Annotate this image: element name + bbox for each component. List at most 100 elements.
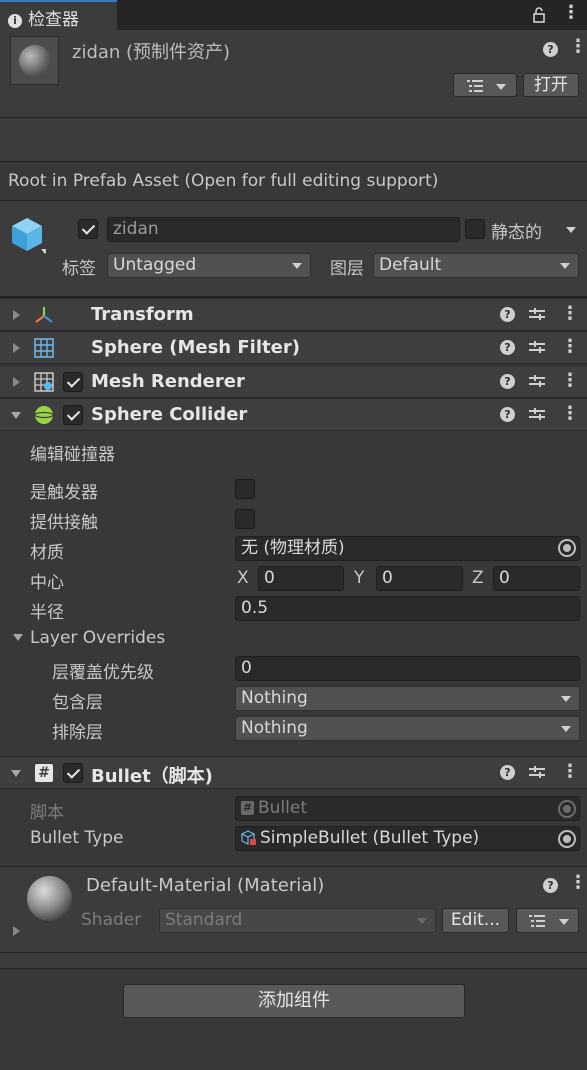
help-icon[interactable]: ? (500, 340, 515, 355)
static-label: 静态的 (491, 223, 542, 243)
tab-inspector[interactable]: i 检查器 (0, 0, 117, 30)
info-icon: i (8, 14, 22, 28)
list-icon (529, 915, 545, 927)
chevron-down-icon (496, 84, 506, 90)
list-icon (467, 80, 483, 92)
help-icon[interactable]: ? (500, 374, 515, 389)
component-menu-icon[interactable]: ⋮ (561, 305, 579, 325)
material-fold-icon[interactable] (13, 926, 20, 936)
radius-field[interactable]: 0.5 (235, 596, 580, 621)
mesh-renderer-enabled-checkbox[interactable] (63, 372, 83, 392)
center-y-label: Y (354, 568, 365, 588)
bullet-title: Bullet（脚本) (91, 766, 213, 787)
object-picker-icon[interactable] (558, 830, 576, 848)
include-layers-label: 包含层 (52, 693, 103, 713)
edit-collider-button[interactable]: 编辑碰撞器 (30, 440, 115, 465)
presets-icon[interactable] (529, 408, 545, 422)
bullet-type-value: SimpleBullet (Bullet Type) (260, 828, 480, 848)
script-value: Bullet (258, 798, 308, 818)
bullet-type-label: Bullet Type (30, 828, 124, 848)
exclude-layers-label: 排除层 (52, 723, 103, 743)
fold-arrow-icon[interactable] (11, 412, 21, 419)
provides-contacts-checkbox[interactable] (235, 509, 255, 529)
radius-label: 半径 (30, 603, 64, 623)
transform-icon (35, 307, 53, 323)
material-footer (0, 953, 587, 969)
material-menu-icon[interactable]: ⋮ (569, 874, 587, 894)
shader-edit-button[interactable]: Edit... (442, 908, 509, 933)
layer-dropdown[interactable]: Default (373, 253, 579, 278)
component-menu-icon[interactable]: ⋮ (561, 372, 579, 392)
layer-priority-label: 层覆盖优先级 (52, 663, 154, 683)
mesh-filter-header[interactable]: Sphere (Mesh Filter) ? ⋮ (0, 331, 587, 364)
is-trigger-checkbox[interactable] (235, 479, 255, 499)
shader-dropdown: Standard (159, 908, 436, 933)
help-icon[interactable]: ? (500, 407, 515, 422)
chevron-down-icon (561, 726, 571, 732)
center-z-field[interactable]: 0 (493, 566, 580, 591)
fold-arrow-icon[interactable] (13, 343, 20, 353)
presets-icon[interactable] (529, 766, 545, 780)
bullet-script-header[interactable]: # Bullet（脚本) ? ⋮ (0, 756, 587, 789)
component-menu-icon[interactable]: ⋮ (561, 405, 579, 425)
layer-overrides-foldout[interactable]: Layer Overrides (30, 628, 165, 648)
prefab-sphere-icon (19, 45, 51, 77)
mesh-renderer-header[interactable]: Mesh Renderer ? ⋮ (0, 365, 587, 398)
component-menu-icon[interactable]: ⋮ (561, 338, 579, 358)
is-trigger-label: 是触发器 (30, 483, 98, 503)
exclude-layers-value: Nothing (241, 718, 308, 738)
script-field: Bullet (235, 796, 580, 821)
tab-menu-icon[interactable]: ⋮ (562, 4, 580, 24)
gameobject-header (0, 201, 587, 298)
chevron-down-icon (561, 696, 571, 702)
layer-overrides-fold-icon[interactable] (13, 634, 23, 641)
header-menu-icon[interactable]: ⋮ (569, 38, 587, 58)
fold-arrow-icon[interactable] (11, 770, 21, 777)
presets-icon[interactable] (529, 341, 545, 355)
help-icon[interactable]: ? (500, 765, 515, 780)
add-component-button[interactable]: 添加组件 (123, 984, 465, 1018)
static-dropdown-arrow[interactable] (566, 227, 576, 233)
tag-dropdown[interactable]: Untagged (107, 253, 311, 278)
presets-icon[interactable] (529, 375, 545, 389)
help-icon[interactable]: ? (543, 42, 558, 57)
gameobject-cube-icon[interactable] (10, 216, 46, 258)
physics-material-value: 无 (物理材质) (241, 538, 345, 558)
sphere-collider-icon (34, 406, 54, 424)
sphere-collider-header[interactable]: Sphere Collider ? ⋮ (0, 398, 587, 431)
script-hash-icon: # (241, 801, 254, 815)
center-x-label: X (237, 568, 249, 588)
physics-material-field[interactable]: 无 (物理材质) (235, 536, 580, 561)
gameobject-name-field[interactable]: zidan (107, 217, 460, 242)
bullet-enabled-checkbox[interactable] (63, 763, 83, 783)
center-y-field[interactable]: 0 (376, 566, 463, 591)
center-x-field[interactable]: 0 (258, 566, 344, 591)
sphere-collider-enabled-checkbox[interactable] (63, 405, 83, 425)
presets-icon[interactable] (529, 308, 545, 322)
layer-value: Default (379, 255, 442, 275)
transform-header[interactable]: Transform ? ⋮ (0, 298, 587, 331)
gameobject-active-checkbox[interactable] (78, 219, 98, 239)
static-checkbox[interactable] (465, 219, 485, 239)
tag-label: 标签 (62, 259, 96, 279)
help-icon[interactable]: ? (500, 307, 515, 322)
help-icon[interactable]: ? (543, 878, 558, 893)
mesh-renderer-title: Mesh Renderer (91, 371, 245, 392)
object-picker-icon[interactable] (558, 539, 576, 557)
exclude-layers-dropdown[interactable]: Nothing (235, 716, 580, 741)
fold-arrow-icon[interactable] (13, 377, 20, 387)
fold-arrow-icon[interactable] (13, 310, 20, 320)
material-list-dropdown[interactable] (516, 908, 579, 933)
open-button[interactable]: 打开 (523, 73, 579, 97)
layer-priority-field[interactable]: 0 (235, 656, 580, 681)
chevron-down-icon (292, 263, 302, 269)
overrides-dropdown[interactable] (453, 73, 517, 97)
bullet-type-field[interactable]: SimpleBullet (Bullet Type) (235, 826, 580, 851)
include-layers-dropdown[interactable]: Nothing (235, 686, 580, 711)
mesh-renderer-icon (34, 372, 54, 392)
lock-icon[interactable] (533, 7, 545, 23)
center-label: 中心 (30, 573, 64, 593)
component-menu-icon[interactable]: ⋮ (561, 763, 579, 783)
asset-title: zidan (预制件资产) (72, 42, 231, 63)
prefab-info-text: Root in Prefab Asset (Open for full edit… (8, 171, 439, 191)
